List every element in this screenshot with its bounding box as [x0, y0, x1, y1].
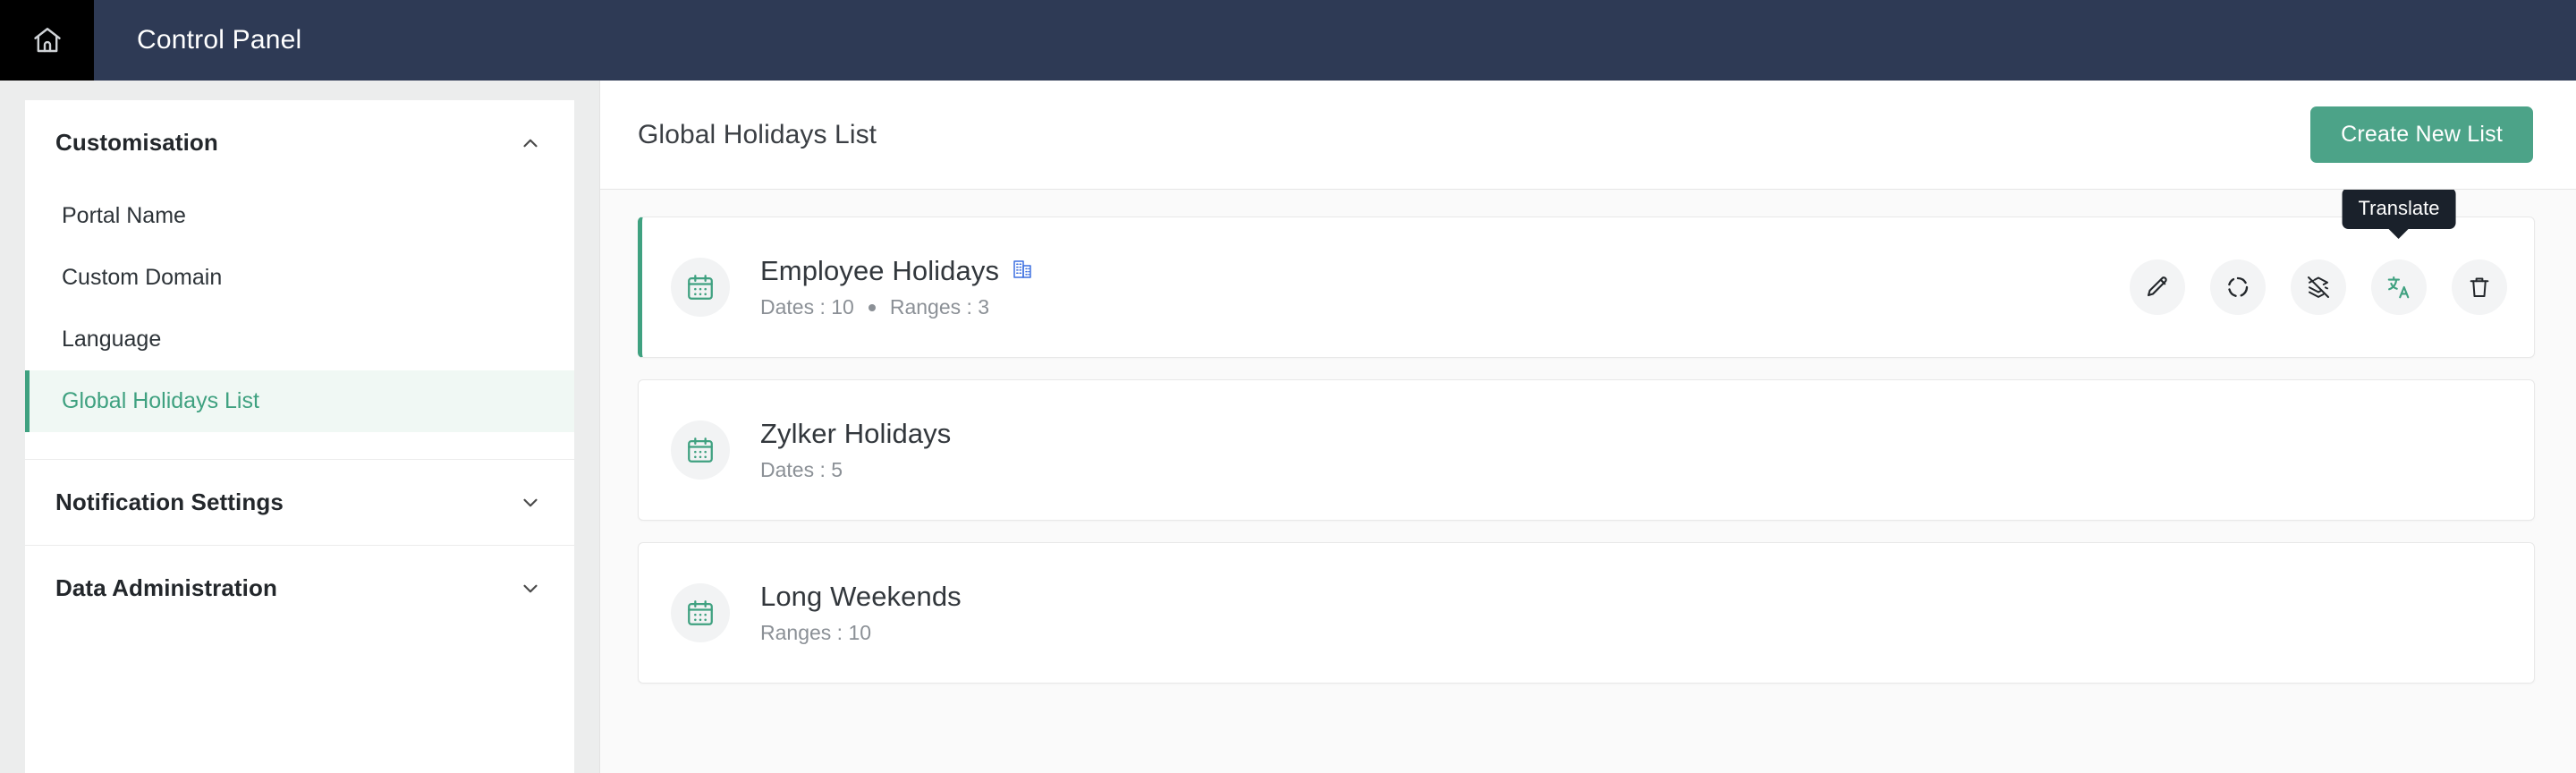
list-item-title-row: Employee Holidays — [760, 255, 2130, 287]
holiday-list: Employee Holidays Dates : 10 — [600, 190, 2576, 773]
sidebar-section-title: Customisation — [55, 129, 218, 157]
sidebar-section-header-customisation[interactable]: Customisation — [25, 100, 574, 185]
layers-off-icon[interactable] — [2291, 259, 2346, 315]
translate-icon[interactable] — [2371, 259, 2427, 315]
sidebar-section-header-data-administration[interactable]: Data Administration — [25, 546, 574, 631]
sidebar-section-data-administration: Data Administration — [25, 546, 574, 631]
page-body: Customisation Portal Name Custom Domain — [0, 81, 2576, 773]
chevron-down-icon[interactable] — [519, 491, 542, 514]
delete-icon[interactable] — [2452, 259, 2507, 315]
list-item-title: Zylker Holidays — [760, 418, 951, 450]
list-item-text: Long Weekends Ranges : 10 — [760, 581, 2507, 645]
organization-icon — [1012, 259, 1033, 285]
list-item-meta: Dates : 5 — [760, 458, 2507, 482]
chevron-up-icon[interactable] — [519, 132, 542, 155]
sidebar-item-label: Portal Name — [62, 203, 186, 228]
tooltip-translate: Translate — [2343, 190, 2456, 229]
chevron-down-icon[interactable] — [519, 577, 542, 600]
list-item-long-weekends[interactable]: Long Weekends Ranges : 10 — [638, 542, 2535, 684]
list-item-meta: Dates : 10 Ranges : 3 — [760, 295, 2130, 319]
sidebar: Customisation Portal Name Custom Domain — [0, 81, 599, 773]
sidebar-item-label: Global Holidays List — [62, 388, 259, 413]
translate-action-wrapper: Translate — [2371, 259, 2427, 315]
list-item-text: Zylker Holidays Dates : 5 — [760, 418, 2507, 482]
list-item-zylker-holidays[interactable]: Zylker Holidays Dates : 5 — [638, 379, 2535, 521]
list-item-title: Employee Holidays — [760, 255, 999, 287]
list-item-title-row: Long Weekends — [760, 581, 2507, 613]
edit-icon[interactable] — [2130, 259, 2185, 315]
sidebar-section-notification-settings: Notification Settings — [25, 460, 574, 546]
home-icon — [31, 24, 64, 56]
list-item-text: Employee Holidays Dates : 10 — [760, 255, 2130, 319]
calendar-icon — [671, 583, 730, 642]
meta-separator-dot — [869, 304, 876, 311]
sidebar-item-label: Language — [62, 327, 161, 352]
sidebar-section-customisation: Customisation Portal Name Custom Domain — [25, 100, 574, 460]
main-content: Global Holidays List Create New List — [599, 81, 2576, 773]
list-item-employee-holidays[interactable]: Employee Holidays Dates : 10 — [638, 217, 2535, 358]
sidebar-section-items: Portal Name Custom Domain Language Globa… — [25, 185, 574, 459]
page-title: Global Holidays List — [638, 120, 877, 150]
list-item-meta-dates: Dates : 10 — [760, 295, 854, 319]
create-new-list-button[interactable]: Create New List — [2310, 106, 2533, 163]
sidebar-section-title: Data Administration — [55, 574, 277, 602]
sidebar-panel: Customisation Portal Name Custom Domain — [25, 100, 574, 773]
list-item-title-row: Zylker Holidays — [760, 418, 2507, 450]
calendar-icon — [671, 420, 730, 480]
list-item-meta: Ranges : 10 — [760, 621, 2507, 645]
list-item-meta-ranges: Ranges : 3 — [890, 295, 989, 319]
sidebar-item-language[interactable]: Language — [25, 309, 574, 370]
home-button[interactable] — [0, 0, 94, 81]
calendar-icon — [671, 258, 730, 317]
sidebar-item-custom-domain[interactable]: Custom Domain — [25, 247, 574, 309]
sidebar-section-header-notification-settings[interactable]: Notification Settings — [25, 460, 574, 545]
restore-icon[interactable] — [2210, 259, 2266, 315]
top-bar: Control Panel — [0, 0, 2576, 81]
sidebar-section-title: Notification Settings — [55, 488, 284, 516]
sidebar-item-global-holidays-list[interactable]: Global Holidays List — [25, 370, 574, 432]
list-item-actions: Translate — [2130, 259, 2507, 315]
list-item-meta-ranges: Ranges : 10 — [760, 621, 871, 645]
content-header: Global Holidays List Create New List — [600, 81, 2576, 190]
sidebar-item-portal-name[interactable]: Portal Name — [25, 185, 574, 247]
list-item-meta-dates: Dates : 5 — [760, 458, 843, 482]
sidebar-item-label: Custom Domain — [62, 265, 222, 290]
list-item-title: Long Weekends — [760, 581, 962, 613]
app-title: Control Panel — [94, 0, 301, 81]
